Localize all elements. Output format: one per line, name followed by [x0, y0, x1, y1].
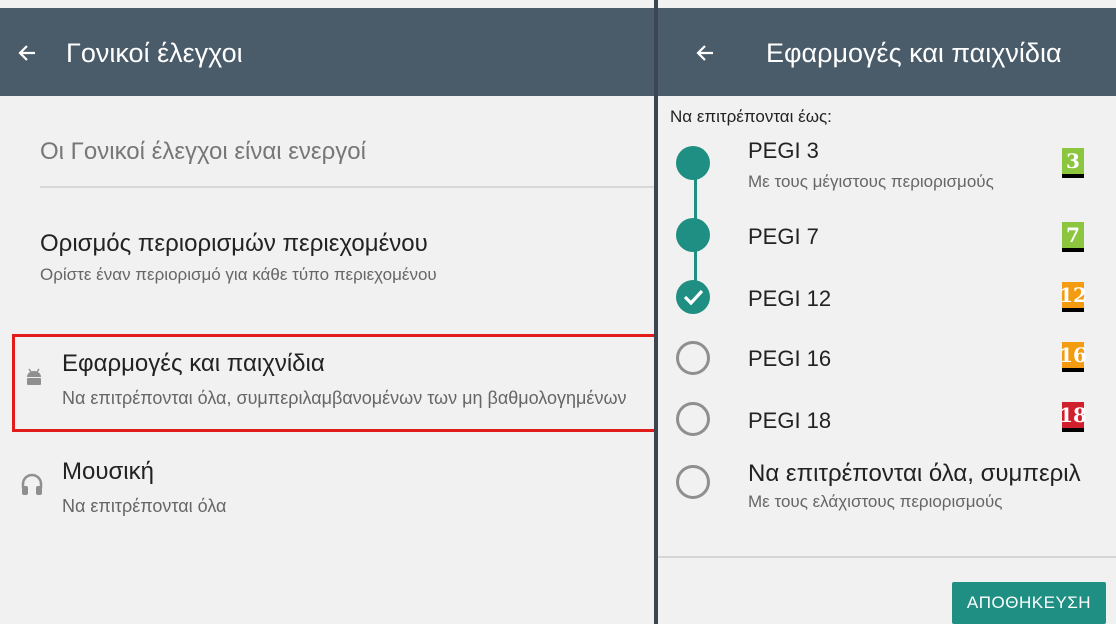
option-label: Να επιτρέπονται όλα, συμπεριλ: [748, 460, 1081, 487]
highlight-box: [12, 334, 654, 432]
radio-empty: [676, 402, 710, 436]
divider: [40, 186, 654, 188]
option-label: PEGI 7: [748, 224, 819, 249]
parental-controls-status[interactable]: Οι Γονικοί έλεγχοι είναι ενεργοί: [40, 138, 366, 166]
music-subtitle: Να επιτρέπονται όλα: [62, 496, 227, 516]
option-label: PEGI 3: [748, 138, 819, 163]
content-restrictions-title: Ορισμός περιορισμών περιεχομένου: [40, 230, 428, 257]
option-label: PEGI 16: [748, 346, 832, 371]
page-title: Εφαρμογές και παιχνίδια: [766, 38, 1062, 68]
app-bar: Εφαρμογές και παιχνίδια: [658, 8, 1116, 96]
headphones-icon: [20, 472, 44, 496]
arrow-left-icon[interactable]: [696, 44, 714, 62]
radio-empty: [676, 465, 710, 499]
app-bar: Γονικοί έλεγχοι: [0, 8, 654, 96]
option-label: PEGI 12: [748, 286, 832, 311]
music-title: Μουσική: [62, 458, 154, 485]
option-sublabel: Με τους μέγιστους περιορισμούς: [748, 172, 994, 191]
pegi-7-badge: 7: [1062, 222, 1084, 252]
check-circle-icon: [676, 280, 710, 314]
option-sublabel: Με τους ελάχιστους περιορισμούς: [748, 492, 1003, 511]
pegi-18-badge: 18: [1059, 402, 1087, 432]
pegi-3-badge: 3: [1062, 148, 1084, 178]
option-label: PEGI 18: [748, 408, 832, 433]
radio-empty: [676, 341, 710, 375]
pegi-12-badge: 12: [1059, 282, 1087, 312]
page-title: Γονικοί έλεγχοι: [66, 38, 243, 68]
save-button[interactable]: ΑΠΟΘΗΚΕΥΣΗ: [952, 582, 1106, 624]
content-restrictions-subtitle: Ορίστε έναν περιορισμό για κάθε τύπο περ…: [40, 265, 437, 284]
parental-controls-panel: Γονικοί έλεγχοι Οι Γονικοί έλεγχοι είναι…: [0, 0, 654, 624]
apps-games-panel: Εφαρμογές και παιχνίδια Να επιτρέπονται …: [658, 0, 1116, 624]
radio-filled: [676, 218, 710, 252]
arrow-left-icon[interactable]: [18, 44, 36, 62]
divider: [658, 556, 1116, 558]
allowed-up-to-label: Να επιτρέπονται έως:: [670, 107, 832, 126]
radio-filled: [676, 146, 710, 180]
pegi-16-badge: 16: [1059, 342, 1087, 372]
